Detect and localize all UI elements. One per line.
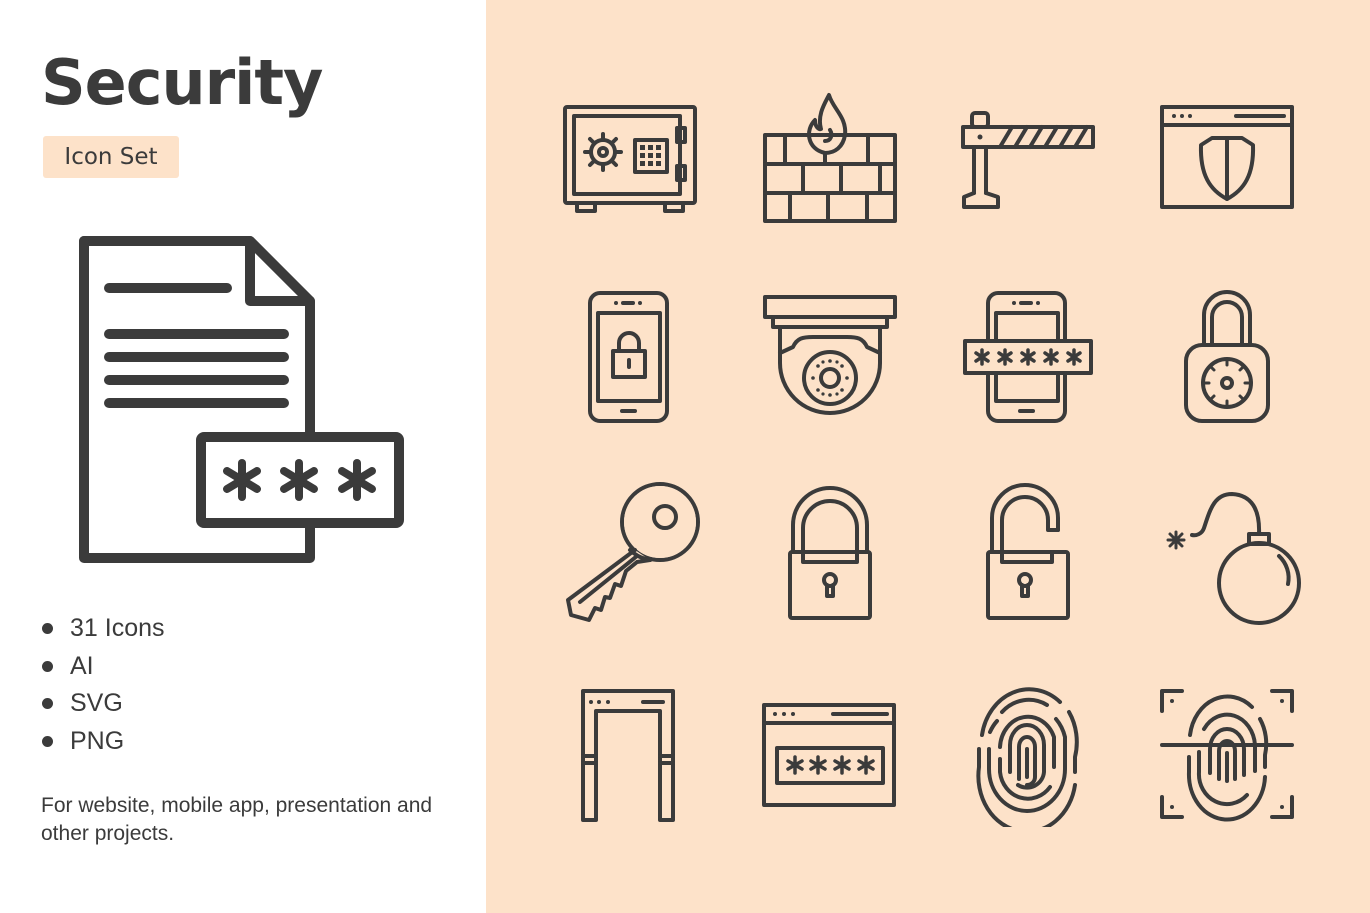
security-camera-icon bbox=[755, 283, 905, 433]
features-list: 31 Icons AI SVG PNG bbox=[40, 610, 165, 760]
feature-label: AI bbox=[70, 651, 94, 680]
feature-item: AI bbox=[40, 648, 165, 686]
combination-padlock-icon bbox=[1152, 283, 1302, 433]
feature-item: PNG bbox=[40, 723, 165, 761]
feature-item: SVG bbox=[40, 685, 165, 723]
left-panel: Security Icon Set 31 Icons AI SVG PNG Fo… bbox=[0, 0, 486, 913]
safe-icon bbox=[555, 85, 705, 235]
padlock-unlocked-icon bbox=[950, 480, 1100, 630]
mobile-lock-icon bbox=[555, 283, 705, 433]
asterisk-group bbox=[223, 459, 376, 501]
bullet-icon bbox=[42, 623, 53, 635]
page-title: Security bbox=[41, 46, 323, 119]
feature-item: 31 Icons bbox=[40, 610, 165, 648]
browser-shield-icon bbox=[1152, 85, 1302, 235]
padlock-locked-icon bbox=[755, 480, 905, 630]
feature-label: 31 Icons bbox=[70, 614, 165, 643]
bullet-icon bbox=[42, 698, 53, 710]
fingerprint-scan-icon bbox=[1152, 677, 1302, 827]
barrier-gate-icon bbox=[950, 85, 1100, 235]
password-document-icon bbox=[70, 228, 420, 573]
feature-label: SVG bbox=[70, 689, 123, 718]
firewall-icon bbox=[755, 85, 905, 235]
key-icon bbox=[555, 480, 705, 630]
description: For website, mobile app, presentation an… bbox=[41, 794, 433, 845]
feature-label: PNG bbox=[70, 726, 125, 755]
bullet-icon bbox=[42, 735, 53, 747]
bomb-icon bbox=[1152, 480, 1302, 630]
subtitle-text: Icon Set bbox=[64, 144, 158, 170]
fingerprint-icon bbox=[952, 677, 1102, 827]
browser-password-icon bbox=[755, 677, 905, 827]
subtitle-badge: Icon Set bbox=[43, 136, 179, 178]
metal-detector-gate-icon bbox=[555, 677, 705, 827]
mobile-password-icon bbox=[950, 283, 1100, 433]
bullet-icon bbox=[42, 660, 53, 672]
